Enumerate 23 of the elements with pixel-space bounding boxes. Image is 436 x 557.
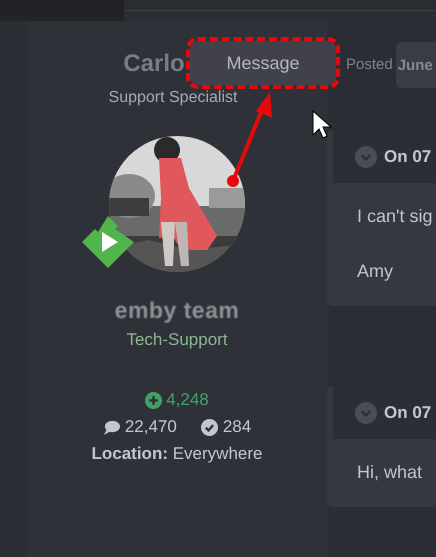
message-tooltip[interactable]: Message [190, 41, 336, 85]
member-title: Support Specialist [108, 89, 238, 107]
mouse-cursor-icon [312, 110, 332, 139]
reputation-count: 4,248 [166, 390, 209, 410]
post-count: 22,470 [124, 417, 177, 437]
check-circle-icon [200, 418, 218, 436]
post-text: Hi, what [357, 461, 424, 483]
post-text: I can't sig [357, 205, 434, 227]
post-date: On 07 [384, 146, 432, 166]
member-group: Tech-Support [126, 330, 228, 350]
chevron-down-icon[interactable] [355, 402, 377, 424]
team-logo-text: emby team [114, 297, 240, 324]
solution-count: 284 [222, 417, 252, 437]
post-date-button[interactable]: June [396, 42, 436, 88]
posted-label: Posted [346, 56, 393, 73]
chevron-down-icon[interactable] [355, 146, 377, 168]
location-text: Location: Everywhere [92, 444, 262, 464]
post-date: On 07 [384, 402, 432, 422]
comment-icon [102, 418, 120, 436]
play-badge-icon [80, 214, 136, 270]
plus-circle-icon [145, 392, 162, 408]
post-text: Amy [357, 260, 394, 282]
author-name[interactable]: Carlo [123, 50, 185, 78]
